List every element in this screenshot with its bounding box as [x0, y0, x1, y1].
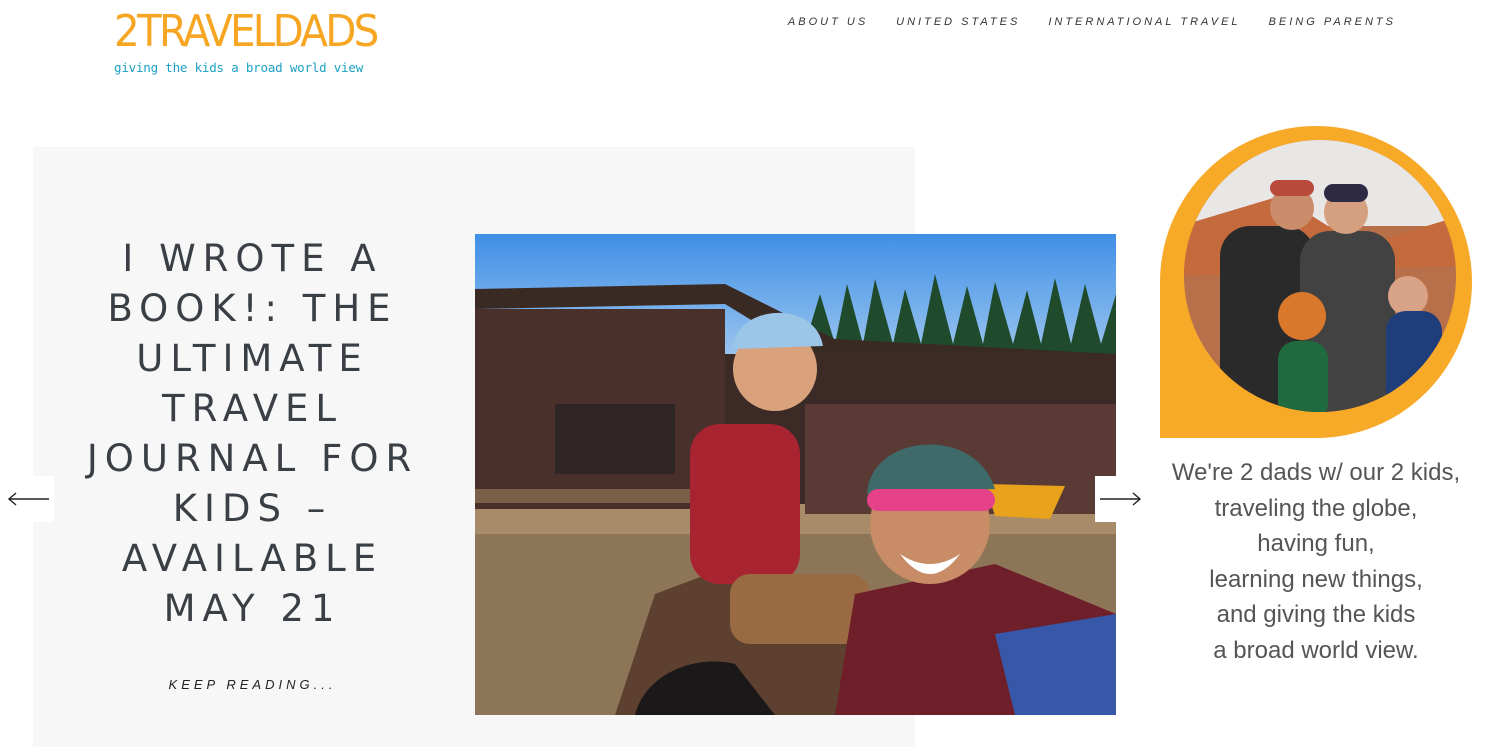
nav-item-international-travel[interactable]: INTERNATIONAL TRAVEL — [1048, 16, 1240, 28]
family-bio: We're 2 dads w/ our 2 kids, traveling th… — [1150, 455, 1482, 668]
bio-line: We're 2 dads w/ our 2 kids, — [1171, 459, 1461, 486]
logo-tagline: giving the kids a broad world view — [114, 60, 364, 75]
nav-item-being-parents[interactable]: BEING PARENTS — [1269, 16, 1396, 28]
bio-line: and giving the kids — [1216, 601, 1416, 628]
featured-post-image[interactable] — [475, 234, 1116, 715]
slider-next-button[interactable] — [1095, 476, 1145, 522]
arrow-right-icon — [1100, 492, 1142, 506]
keep-reading-link[interactable]: KEEP READING... — [150, 677, 355, 692]
family-profile-photo — [1160, 126, 1472, 438]
slider-prev-button[interactable] — [4, 476, 54, 522]
site-logo[interactable]: 2TRAVELDADS giving the kids a broad worl… — [114, 6, 399, 76]
bio-line: having fun, — [1257, 530, 1375, 557]
bio-line: traveling the globe, — [1214, 494, 1418, 522]
arrow-left-icon — [7, 492, 49, 506]
bio-line: learning new things, — [1209, 565, 1423, 593]
logo-title: 2TRAVELDADS — [114, 6, 379, 57]
featured-post-title[interactable]: I WROTE A BOOK!: THE ULTIMATE TRAVEL JOU… — [85, 234, 420, 634]
nav-item-about-us[interactable]: ABOUT US — [788, 16, 868, 28]
bio-line: a broad world view. — [1213, 636, 1419, 664]
main-nav: ABOUT US UNITED STATES INTERNATIONAL TRA… — [788, 16, 1396, 28]
nav-item-united-states[interactable]: UNITED STATES — [896, 16, 1020, 28]
